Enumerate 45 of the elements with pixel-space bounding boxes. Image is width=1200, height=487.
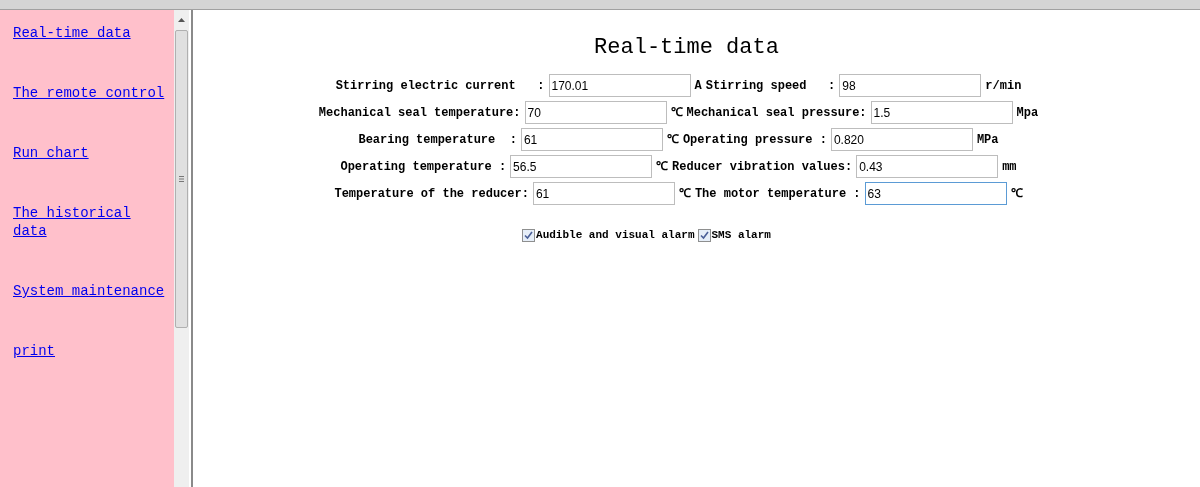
field-label: Mechanical seal temperature: [318, 104, 521, 122]
nav-link[interactable]: System maintenance [13, 282, 165, 300]
unit-label: ℃ [666, 131, 679, 149]
value-field[interactable]: 0.43 [856, 155, 999, 178]
unit-label: ℃ [1010, 185, 1023, 203]
grip-icon [179, 176, 184, 182]
value-field[interactable]: 0.820 [830, 128, 973, 151]
scroll-up-icon[interactable] [178, 18, 185, 22]
unit-label: ℃ [656, 158, 669, 176]
value-field[interactable]: 61 [520, 128, 663, 151]
unit-label: A [694, 77, 702, 95]
field-label: Reducer vibration values: [672, 158, 853, 176]
nav-link[interactable]: Real-time data [13, 24, 165, 42]
nav-link[interactable]: The historical data [13, 204, 165, 240]
checkbox[interactable] [697, 228, 711, 242]
field-label: Stirring speed : [705, 77, 836, 95]
value-field[interactable]: 170.01 [548, 74, 691, 97]
nav-link[interactable]: Run chart [13, 144, 165, 162]
unit-label: r/min [985, 77, 1022, 95]
unit-label: ℃ [678, 185, 691, 203]
field-label: Stirring electric current : [335, 77, 545, 95]
value-field[interactable]: 56.5 [510, 155, 653, 178]
scrollbar[interactable] [174, 10, 189, 487]
page-title: Real-time data [594, 34, 779, 62]
field-label: Mechanical seal pressure: [686, 104, 867, 122]
unit-label: mm [1002, 158, 1017, 176]
checkbox-label: Audible and visual alarm [536, 228, 695, 243]
checkbox-label: SMS alarm [711, 228, 771, 243]
value-field[interactable]: 61 [532, 182, 675, 205]
nav-link[interactable]: The remote control [13, 84, 165, 102]
field-label: Bearing temperature : [358, 131, 517, 149]
unit-label: ℃ [670, 104, 683, 122]
value-field[interactable]: 70 [524, 101, 667, 124]
unit-label: MPa [976, 131, 999, 149]
scrollbar-thumb[interactable] [175, 30, 188, 328]
field-label: Temperature of the reducer: [334, 185, 529, 203]
value-field[interactable]: 63 [864, 182, 1007, 205]
field-label: The motor temperature : [694, 185, 861, 203]
checkbox[interactable] [522, 228, 536, 242]
value-field[interactable]: 98 [839, 74, 982, 97]
field-label: Operating pressure : [682, 131, 827, 149]
field-label: Operating temperature : [340, 158, 507, 176]
value-field[interactable]: 1.5 [870, 101, 1013, 124]
nav-link[interactable]: print [13, 342, 165, 360]
unit-label: Mpa [1016, 104, 1039, 122]
